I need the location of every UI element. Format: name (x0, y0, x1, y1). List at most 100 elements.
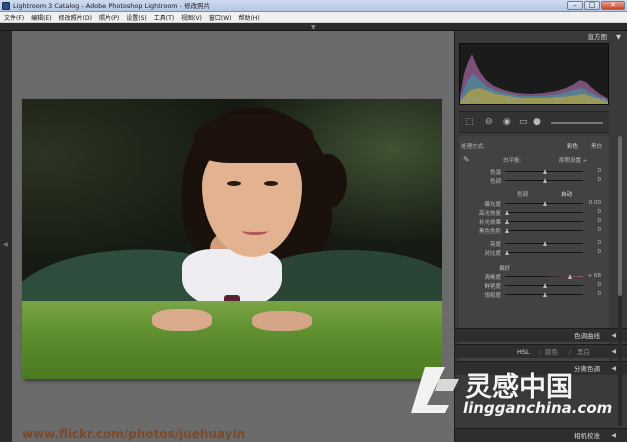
contrast-knob[interactable] (505, 250, 509, 255)
exif-focal-length: 35 mm (505, 97, 523, 103)
recovery-slider[interactable]: 高光恢复 0 (459, 208, 609, 217)
saturation-slider[interactable]: 饱和度 0 (459, 290, 609, 299)
left-panel-toggle[interactable]: ◀ (0, 31, 12, 442)
treatment-bw-option[interactable]: 黑白 (591, 142, 602, 150)
histogram-title: 直方图 (587, 33, 608, 41)
fill-light-track (505, 219, 583, 224)
hsl-panel-header[interactable]: HSL / 颜色 / 黑白 ◀ (455, 344, 627, 358)
minimize-button[interactable]: – (567, 1, 583, 10)
contrast-slider[interactable]: 对比度 0 (459, 248, 609, 257)
color-tab[interactable]: 颜色 (545, 345, 558, 359)
temp-slider[interactable]: 色温 0 (459, 167, 609, 176)
photo-hand-left (152, 309, 212, 331)
blacks-value: 0 (597, 227, 602, 233)
fill-light-label: 补光效果 (478, 220, 501, 226)
expand-icon[interactable]: ◀ (611, 429, 616, 442)
photo-credit-watermark: www.flickr.com/photos/juehuayin (22, 427, 246, 441)
tint-knob[interactable] (543, 178, 547, 183)
wb-preset-select[interactable]: 原照设置 ÷ (559, 156, 587, 164)
tint-value: 0 (597, 177, 602, 183)
photo-eye-right (264, 181, 278, 186)
collapse-top-icon[interactable]: ▼ (311, 24, 316, 31)
tone-header: 色调 自动 (459, 189, 609, 198)
brightness-knob[interactable] (543, 241, 547, 246)
expand-icon[interactable]: ◀ (611, 329, 616, 343)
fill-light-slider[interactable]: 补光效果 0 (459, 217, 609, 226)
app-icon (2, 2, 10, 10)
recovery-knob[interactable] (505, 210, 509, 215)
menu-photo[interactable]: 照片(P) (99, 13, 119, 22)
expand-left-icon[interactable]: ◀ (3, 241, 8, 248)
treatment-color-option[interactable]: 彩色 (567, 142, 578, 150)
blacks-slider[interactable]: 黑色色阶 0 (459, 226, 609, 235)
vibrance-label: 鲜艳度 (484, 284, 501, 290)
presence-header: 偏好 (459, 263, 609, 272)
menu-edit[interactable]: 编辑(E) (31, 13, 51, 22)
treatment-label: 处理方式: (461, 144, 485, 150)
blacks-label: 黑色色阶 (478, 229, 501, 235)
histogram-header[interactable]: 直方图 ▼ (455, 31, 622, 43)
brightness-value: 0 (597, 240, 602, 246)
bw-tab[interactable]: 黑白 (577, 345, 590, 359)
exif-aperture: f / 4.0 (547, 97, 562, 103)
top-panel-toggle[interactable]: ▼ (0, 23, 627, 31)
window-titlebar: Lightroom 3 Catalog - Adobe Photoshop Li… (0, 0, 627, 12)
auto-tone-button[interactable]: 自动 (561, 190, 572, 198)
tint-slider[interactable]: 色调 0 (459, 176, 609, 185)
panel-scrollbar-thumb[interactable] (618, 136, 622, 296)
temp-track (505, 169, 583, 174)
exposure-knob[interactable] (543, 201, 547, 206)
exif-iso: ISO 100 (461, 97, 481, 103)
vibrance-slider[interactable]: 鲜艳度 0 (459, 281, 609, 290)
clarity-value: + 68 (587, 273, 601, 279)
brightness-slider[interactable]: 亮度 0 (459, 239, 609, 248)
temp-label: 色温 (489, 170, 501, 176)
camera-calibration-panel-header[interactable]: 相机校准 ◀ (455, 428, 627, 442)
temp-knob[interactable] (543, 169, 547, 174)
exposure-slider[interactable]: 曝光度 0.00 (459, 199, 609, 208)
tool-strip: ⬚ ⊖ ◉ ▭ ● (459, 111, 609, 133)
exif-shutter: 1/320 秒 (585, 98, 607, 104)
histogram[interactable] (459, 43, 609, 105)
tab-separator: / (569, 348, 572, 356)
vibrance-knob[interactable] (543, 283, 547, 288)
clarity-knob[interactable] (568, 274, 572, 279)
temp-value: 0 (597, 168, 602, 174)
collapse-icon[interactable]: ▼ (616, 31, 621, 43)
window-title: Lightroom 3 Catalog - Adobe Photoshop Li… (13, 2, 211, 10)
tool-slider[interactable] (551, 122, 603, 124)
redeye-icon[interactable]: ◉ (503, 117, 511, 127)
site-logo-watermark: 灵感中国 lingganchina.com (405, 363, 627, 423)
fill-light-knob[interactable] (505, 219, 509, 224)
crop-icon[interactable]: ⬚ (465, 117, 474, 127)
menu-window[interactable]: 窗口(W) (209, 13, 232, 22)
tab-separator: / (539, 348, 542, 356)
menu-settings[interactable]: 设置(S) (126, 13, 147, 22)
white-balance-row: ✎ 白平衡: 原照设置 ÷ (459, 155, 609, 164)
maximize-button[interactable]: □ (584, 1, 600, 10)
menu-file[interactable]: 文件(F) (4, 13, 24, 22)
close-button[interactable]: ✕ (601, 1, 625, 10)
expand-icon[interactable]: ◀ (611, 345, 616, 359)
saturation-knob[interactable] (543, 292, 547, 297)
menu-help[interactable]: 帮助(H) (239, 13, 260, 22)
tone-curve-panel-header[interactable]: 色调曲线 ◀ (455, 328, 627, 342)
camera-calibration-title: 相机校准 (574, 432, 600, 440)
recovery-value: 0 (597, 209, 602, 215)
saturation-track (505, 292, 583, 297)
menu-tools[interactable]: 工具(T) (154, 13, 174, 22)
adjustment-brush-icon[interactable]: ● (533, 117, 541, 127)
blacks-knob[interactable] (505, 228, 509, 233)
exposure-label: 曝光度 (484, 202, 501, 208)
photo-hand-right (252, 311, 312, 331)
photo-preview[interactable] (22, 99, 442, 379)
menu-develop[interactable]: 修改照片(D) (59, 13, 92, 22)
graduated-filter-icon[interactable]: ▭ (519, 117, 528, 127)
eyedropper-icon[interactable]: ✎ (463, 155, 470, 164)
tint-label: 色调 (489, 179, 501, 185)
hsl-tab[interactable]: HSL (517, 345, 530, 359)
spot-removal-icon[interactable]: ⊖ (485, 117, 493, 127)
menu-view[interactable]: 视图(V) (181, 13, 202, 22)
contrast-track (505, 250, 583, 255)
clarity-slider[interactable]: 清晰度 + 68 (459, 272, 609, 281)
